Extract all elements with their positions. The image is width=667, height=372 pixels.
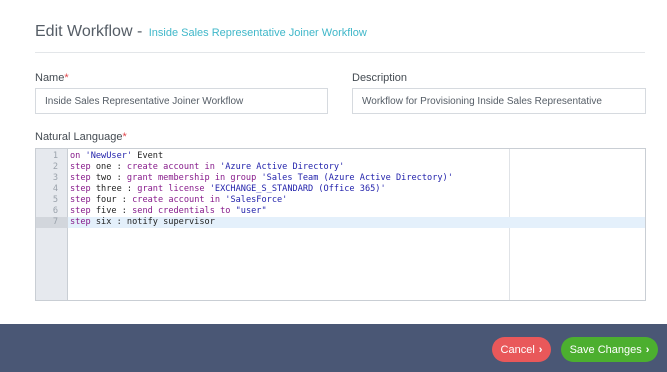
code-line[interactable]: 5 step four : create account in 'SalesFor…: [36, 195, 645, 206]
code-string: 'Azure Active Directory': [220, 162, 345, 172]
code-keyword: step: [70, 184, 91, 194]
code-line[interactable]: 3 step two : grant membership in group 'S…: [36, 173, 645, 184]
line-number: 6: [52, 206, 58, 216]
code-string: "user": [235, 206, 267, 216]
code-text: step one : create account in 'Azure Acti…: [70, 162, 344, 173]
code-text: step four : create account in 'SalesForc…: [70, 195, 287, 206]
code-token: one :: [90, 162, 127, 172]
natural-language-label: Natural Language*: [35, 131, 127, 143]
code-token: three :: [90, 184, 138, 194]
line-number: 1: [52, 151, 58, 161]
line-number: 5: [52, 195, 58, 205]
name-label-text: Name: [35, 72, 65, 84]
line-number: 4: [52, 184, 58, 194]
code-keyword: send credentials to: [132, 206, 231, 216]
code-token: four :: [90, 195, 133, 205]
chevron-right-icon: ›: [645, 343, 650, 356]
code-line[interactable]: 7 step six : notify supervisor: [36, 217, 645, 228]
code-token: five :: [90, 206, 133, 216]
code-string: 'EXCHANGE_S_STANDARD (Office 365)': [209, 184, 386, 194]
cancel-button[interactable]: Cancel ›: [492, 337, 551, 362]
name-label: Name*: [35, 72, 69, 84]
line-number: 7: [36, 217, 68, 228]
natural-language-code-editor[interactable]: 1 on 'NewUser' Event 2 step one : create ac…: [35, 148, 646, 301]
code-string: 'SalesForce': [225, 195, 288, 205]
code-keyword: on: [70, 151, 86, 161]
code-line[interactable]: 4 step three : grant license 'EXCHANGE_S_…: [36, 184, 645, 195]
description-label: Description: [352, 72, 408, 84]
code-keyword: create account in: [132, 195, 221, 205]
code-line[interactable]: 6 step five : send credentials to "user": [36, 206, 645, 217]
code-keyword: grant license: [137, 184, 205, 194]
save-changes-button[interactable]: Save Changes ›: [561, 337, 658, 362]
code-token: two :: [90, 173, 127, 183]
code-string: 'NewUser': [85, 151, 133, 161]
code-keyword: step: [70, 206, 91, 216]
code-token: six : notify supervisor: [90, 217, 215, 227]
code-text: step five : send credentials to "user": [70, 206, 267, 217]
natural-language-required-marker: *: [122, 131, 127, 143]
code-line[interactable]: 1 on 'NewUser' Event: [36, 151, 645, 162]
line-number: 2: [52, 162, 58, 172]
code-keyword: step: [70, 173, 91, 183]
description-field[interactable]: Workflow for Provisioning Inside Sales R…: [352, 88, 646, 114]
code-token: Event: [132, 151, 164, 161]
cancel-button-label: Cancel: [500, 343, 535, 356]
code-text: step two : grant membership in group 'Sa…: [70, 173, 453, 184]
chevron-right-icon: ›: [538, 343, 543, 356]
code-string: 'Sales Team (Azure Active Directory)': [261, 173, 453, 183]
code-keyword: step: [70, 195, 91, 205]
modal-subtitle: Inside Sales Representative Joiner Workf…: [148, 27, 367, 39]
title-divider: [35, 52, 645, 53]
modal-title-text: Edit Workflow -: [35, 23, 143, 40]
code-text: step three : grant license 'EXCHANGE_S_S…: [70, 184, 386, 195]
code-text: step six : notify supervisor: [70, 217, 215, 228]
code-line[interactable]: 2 step one : create account in 'Azure Act…: [36, 162, 645, 173]
code-keyword: step: [70, 162, 91, 172]
name-required-marker: *: [64, 72, 69, 84]
code-text: on 'NewUser' Event: [70, 151, 163, 162]
modal-title: Edit Workflow - Inside Sales Representat…: [35, 23, 367, 41]
edit-workflow-modal: Edit Workflow - Inside Sales Representat…: [0, 0, 667, 324]
line-number: 3: [52, 173, 58, 183]
code-keyword: create account in: [126, 162, 215, 172]
save-changes-button-label: Save Changes: [569, 343, 642, 356]
name-field[interactable]: Inside Sales Representative Joiner Workf…: [35, 88, 328, 114]
natural-language-label-text: Natural Language: [35, 131, 123, 143]
code-keyword: step: [70, 217, 91, 227]
code-keyword: grant membership in group: [126, 173, 257, 183]
